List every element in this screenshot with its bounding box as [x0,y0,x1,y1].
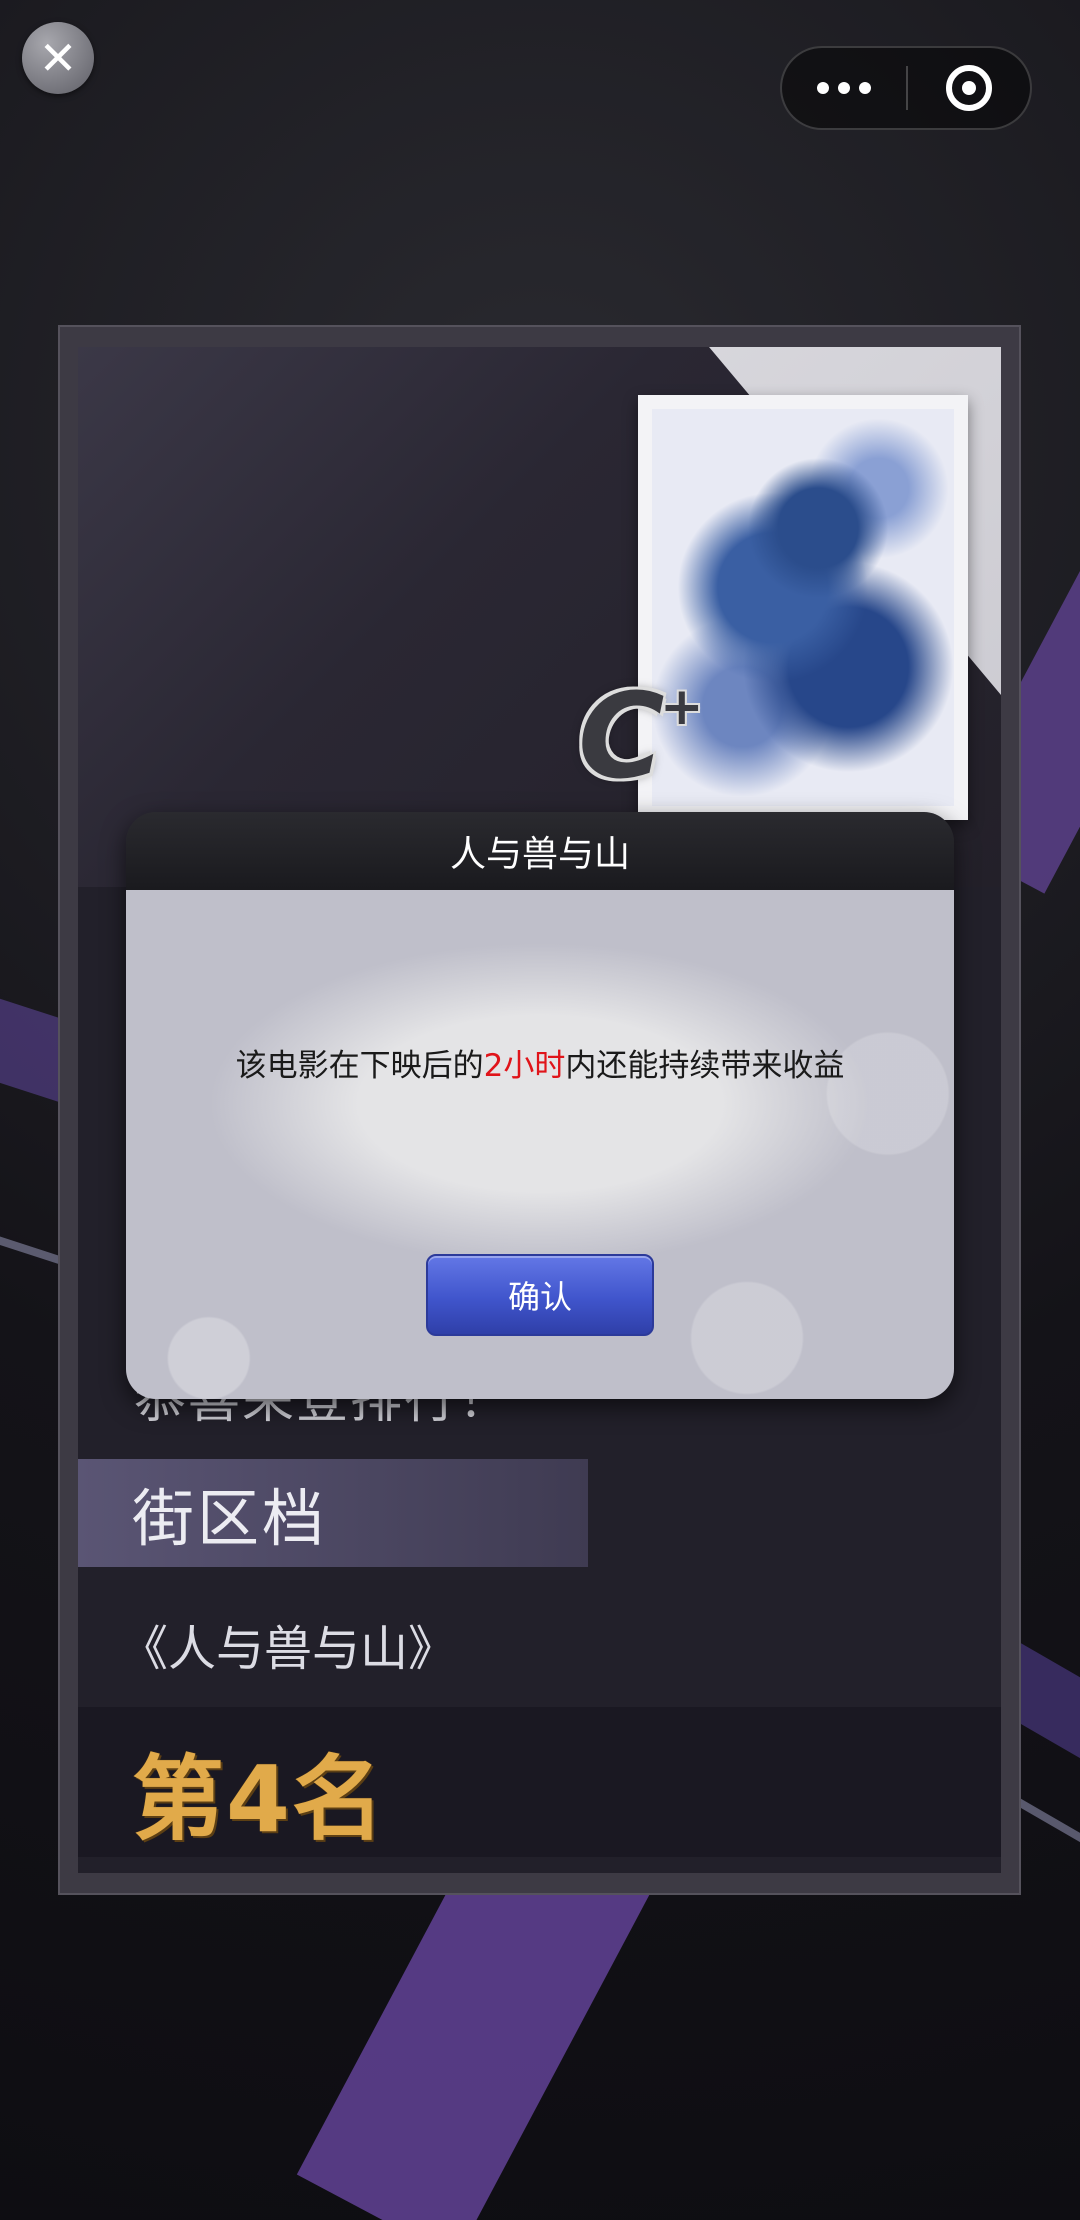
film-title: 《人与兽与山》 [120,1621,457,1677]
rank-bar: 第4名 [78,1707,1001,1857]
rank-label: 第4名 [132,1746,387,1853]
grade-letter: C [578,667,665,805]
dialog-message: 该电影在下映后的2小时内还能持续带来收益 [126,1040,954,1085]
dialog-body: 该电影在下映后的2小时内还能持续带来收益 确认 [126,890,954,1399]
category-bar: 街区档 [78,1459,588,1567]
poster-artwork [652,409,954,806]
more-dots-icon[interactable] [782,48,906,128]
close-icon[interactable]: ✕ [22,22,94,94]
message-prefix: 该电影在下映后的 [235,1048,484,1084]
category-label: 街区档 [132,1482,328,1555]
mini-program-capsule [780,46,1032,130]
message-suffix: 内还能持续带来收益 [565,1048,845,1084]
confirm-button[interactable]: 确认 [426,1254,654,1336]
poster-area: C + [78,347,1001,887]
info-dialog: 人与兽与山 该电影在下映后的2小时内还能持续带来收益 确认 [126,812,954,1399]
target-icon[interactable] [908,48,1030,128]
film-poster [638,395,968,820]
grade-plus: + [660,677,704,737]
dialog-title: 人与兽与山 [449,834,630,875]
message-highlight: 2小时 [483,1048,566,1084]
dialog-header: 人与兽与山 [126,812,954,890]
